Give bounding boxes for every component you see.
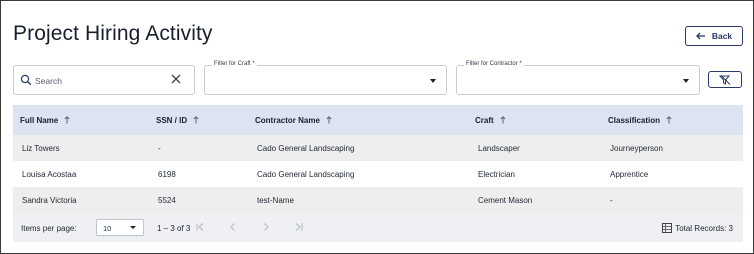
- chevron-down-icon: [430, 79, 436, 83]
- cell-classification: -: [610, 195, 613, 205]
- pagination-bar: Items per page: 10 1 – 3 of 3 Total Reco…: [13, 213, 743, 242]
- cell-contractor: Cado General Landscaping: [257, 143, 355, 153]
- sort-arrow-icon: [666, 116, 672, 124]
- chevron-down-icon: [683, 79, 689, 83]
- cell-contractor: Cado General Landscaping: [257, 169, 355, 179]
- cell-craft: Cement Mason: [478, 195, 533, 205]
- table-row[interactable]: Liz Towers - Cado General Landscaping La…: [13, 135, 743, 161]
- table-row[interactable]: Sandra Victoria 5524 test-Name Cement Ma…: [13, 187, 743, 213]
- contractor-filter-label: Filter for Contractor *: [464, 61, 524, 67]
- items-per-page-select[interactable]: 10: [96, 219, 144, 236]
- back-label: Back: [711, 31, 733, 41]
- search-icon: [20, 74, 32, 86]
- page-title: Project Hiring Activity: [13, 22, 213, 45]
- cell-full-name: Liz Towers: [22, 143, 60, 153]
- last-page-icon[interactable]: [293, 221, 305, 233]
- sort-arrow-icon: [64, 116, 71, 124]
- hiring-table: Full Name SSN / ID Contractor Name Craft…: [13, 105, 743, 213]
- items-per-page-value: 10: [103, 224, 112, 233]
- cell-full-name: Louisa Acostaa: [22, 169, 77, 179]
- sort-arrow-icon: [326, 116, 332, 124]
- column-header-craft[interactable]: Craft: [475, 116, 506, 125]
- table-row[interactable]: Louisa Acostaa 6198 Cado General Landsca…: [13, 161, 743, 187]
- sort-arrow-icon: [500, 116, 506, 124]
- cell-ssn: 6198: [158, 169, 176, 179]
- close-icon[interactable]: [170, 73, 182, 85]
- table-icon: [662, 223, 673, 233]
- craft-filter-label: Filter for Craft *: [212, 61, 257, 67]
- search-input[interactable]: Search: [13, 65, 195, 95]
- sort-arrow-icon: [193, 116, 199, 124]
- cell-ssn: -: [158, 143, 161, 153]
- column-header-contractor[interactable]: Contractor Name: [255, 116, 332, 125]
- contractor-filter-select[interactable]: Filter for Contractor *: [456, 61, 700, 95]
- arrow-left-icon: [695, 32, 705, 40]
- column-header-ssn[interactable]: SSN / ID: [156, 116, 199, 125]
- next-page-icon[interactable]: [260, 221, 272, 233]
- back-button[interactable]: Back: [685, 26, 743, 46]
- cell-classification: Journeyperson: [610, 143, 663, 153]
- cell-classification: Apprentice: [610, 169, 649, 179]
- total-records-label: Total Records: 3: [675, 223, 733, 233]
- cell-full-name: Sandra Victoria: [22, 195, 77, 205]
- page-range: 1 – 3 of 3: [157, 224, 191, 233]
- cell-craft: Electrician: [478, 169, 515, 179]
- clear-filters-button[interactable]: [708, 71, 742, 88]
- page-frame: Project Hiring Activity Back Search Filt…: [0, 0, 754, 254]
- total-records: Total Records: 3: [662, 223, 733, 233]
- items-per-page-label: Items per page:: [21, 224, 77, 233]
- table-header: Full Name SSN / ID Contractor Name Craft…: [13, 105, 743, 135]
- cell-ssn: 5524: [158, 195, 176, 205]
- column-header-full-name[interactable]: Full Name: [20, 116, 71, 125]
- column-header-classification[interactable]: Classification: [608, 116, 672, 125]
- craft-filter-select[interactable]: Filter for Craft *: [204, 61, 447, 95]
- chevron-down-icon: [130, 226, 136, 229]
- search-placeholder: Search: [35, 76, 62, 86]
- filter-clear-icon: [719, 74, 731, 85]
- cell-craft: Landscaper: [478, 143, 520, 153]
- prev-page-icon[interactable]: [227, 221, 239, 233]
- first-page-icon[interactable]: [194, 221, 206, 233]
- cell-contractor: test-Name: [257, 195, 294, 205]
